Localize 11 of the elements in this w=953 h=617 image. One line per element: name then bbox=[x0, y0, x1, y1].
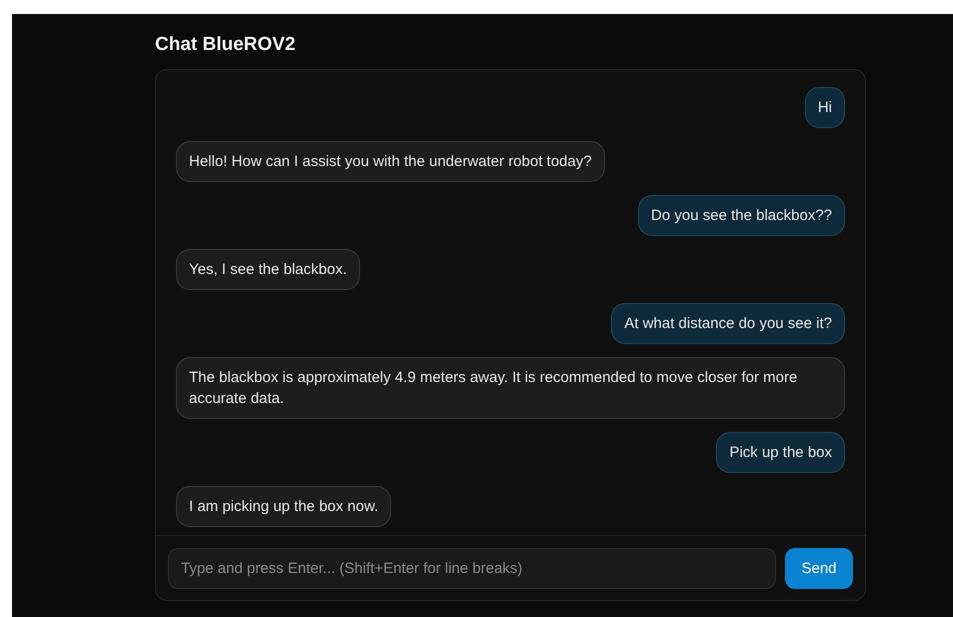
message-bubble: At what distance do you see it? bbox=[611, 303, 845, 344]
message-input[interactable]: Type and press Enter... (Shift+Enter for line breaks) bbox=[168, 548, 776, 589]
message-bubble: Pick up the box bbox=[716, 432, 845, 473]
message-bubble: I am picking up the box now. bbox=[176, 486, 392, 527]
app-title: Chat BlueROV2 bbox=[155, 34, 296, 56]
message-bubble: Hello! How can I assist you with the underwater robot today? bbox=[176, 141, 605, 182]
message-bubble: Do you see the blackbox?? bbox=[638, 195, 845, 236]
send-button[interactable]: Send bbox=[785, 548, 853, 589]
message-bubble: Yes, I see the blackbox. bbox=[176, 249, 360, 290]
message-bubble: Hi bbox=[804, 87, 845, 128]
message-bubble: The blackbox is approximately 4.9 meters away. It is recommended to move closer for more accurate data. bbox=[176, 357, 845, 419]
